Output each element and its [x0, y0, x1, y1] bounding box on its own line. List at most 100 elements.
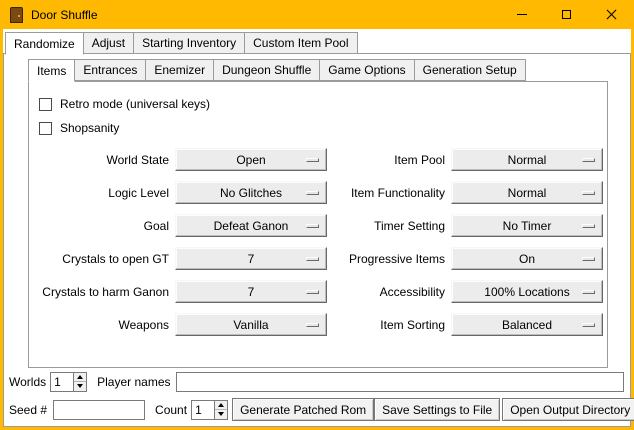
minimize-icon — [517, 14, 527, 15]
dropdown-indicator-icon — [582, 224, 595, 228]
world-state-label: World State — [37, 153, 169, 167]
timer-setting-label: Timer Setting — [333, 219, 445, 233]
spin-down-button[interactable] — [215, 409, 227, 419]
shopsanity-label: Shopsanity — [60, 121, 119, 135]
tab-adjust[interactable]: Adjust — [83, 32, 134, 54]
weapons-dropdown[interactable]: Vanilla — [175, 313, 327, 336]
tab-starting-inventory[interactable]: Starting Inventory — [133, 32, 245, 54]
player-names-input[interactable] — [176, 372, 625, 392]
window-content: Randomize Adjust Starting Inventory Cust… — [3, 29, 631, 427]
crystals-ganon-value: 7 — [248, 285, 255, 299]
arrow-down-icon — [218, 412, 224, 416]
spin-down-button[interactable] — [74, 381, 86, 391]
accessibility-dropdown[interactable]: 100% Locations — [451, 280, 603, 303]
item-pool-label: Item Pool — [333, 153, 445, 167]
worlds-label: Worlds — [9, 375, 46, 389]
timer-setting-value: No Timer — [503, 219, 552, 233]
shopsanity-checkbox[interactable] — [39, 122, 52, 135]
worlds-spinner-arrows — [73, 373, 86, 391]
item-sorting-label: Item Sorting — [333, 318, 445, 332]
item-functionality-label: Item Functionality — [333, 186, 445, 200]
window-controls — [499, 0, 634, 29]
app-icon — [10, 7, 23, 23]
dropdown-indicator-icon — [582, 323, 595, 327]
player-names-label: Player names — [97, 375, 170, 389]
arrow-up-icon — [77, 375, 83, 379]
retro-mode-checkbox[interactable] — [39, 98, 52, 111]
app-window: Door Shuffle Randomize Adjust Starting I… — [0, 0, 634, 430]
randomize-pane: Items Entrances Enemizer Dungeon Shuffle… — [3, 53, 631, 427]
tab-randomize[interactable]: Randomize — [5, 32, 84, 55]
dropdown-indicator-icon — [306, 224, 319, 228]
accessibility-label: Accessibility — [333, 285, 445, 299]
crystals-gt-value: 7 — [248, 252, 255, 266]
progressive-items-value: On — [519, 252, 535, 266]
count-spinner-arrows — [214, 401, 227, 419]
dropdown-indicator-icon — [306, 323, 319, 327]
progressive-items-dropdown[interactable]: On — [451, 247, 603, 270]
item-sorting-dropdown[interactable]: Balanced — [451, 313, 603, 336]
generate-patched-rom-button[interactable]: Generate Patched Rom — [232, 398, 374, 421]
crystals-gt-label: Crystals to open GT — [37, 252, 169, 266]
worlds-row: Worlds Player names — [9, 371, 625, 392]
secondary-tab-bar: Items Entrances Enemizer Dungeon Shuffle… — [4, 54, 630, 81]
item-functionality-dropdown[interactable]: Normal — [451, 181, 603, 204]
spin-up-button[interactable] — [74, 373, 86, 382]
arrow-up-icon — [218, 403, 224, 407]
maximize-button[interactable] — [544, 0, 589, 29]
item-sorting-value: Balanced — [502, 318, 552, 332]
tab-entrances[interactable]: Entrances — [74, 59, 146, 81]
world-state-dropdown[interactable]: Open — [175, 148, 327, 171]
timer-setting-dropdown[interactable]: No Timer — [451, 214, 603, 237]
minimize-button[interactable] — [499, 0, 544, 29]
spin-up-button[interactable] — [215, 401, 227, 410]
retro-mode-row: Retro mode (universal keys) — [29, 92, 607, 116]
items-pane: Retro mode (universal keys) Shopsanity W… — [28, 81, 608, 368]
close-icon — [606, 9, 617, 20]
weapons-value: Vanilla — [233, 318, 268, 332]
accessibility-value: 100% Locations — [484, 285, 569, 299]
count-input[interactable] — [192, 401, 214, 419]
dropdown-indicator-icon — [306, 191, 319, 195]
close-button[interactable] — [589, 0, 634, 29]
titlebar[interactable]: Door Shuffle — [0, 0, 634, 29]
dropdown-indicator-icon — [582, 158, 595, 162]
shopsanity-row: Shopsanity — [29, 116, 607, 140]
crystals-ganon-dropdown[interactable]: 7 — [175, 280, 327, 303]
crystals-ganon-label: Crystals to harm Ganon — [37, 285, 169, 299]
logic-level-dropdown[interactable]: No Glitches — [175, 181, 327, 204]
tab-custom-item-pool[interactable]: Custom Item Pool — [244, 32, 357, 54]
world-state-value: Open — [236, 153, 265, 167]
item-pool-dropdown[interactable]: Normal — [451, 148, 603, 171]
maximize-icon — [562, 10, 571, 19]
tab-enemizer[interactable]: Enemizer — [145, 59, 214, 81]
retro-mode-label: Retro mode (universal keys) — [60, 97, 210, 111]
worlds-input[interactable] — [51, 373, 73, 391]
seed-input[interactable] — [53, 400, 145, 420]
dropdown-indicator-icon — [306, 158, 319, 162]
options-grid: World State Open Item Pool Normal Logic … — [29, 148, 607, 336]
goal-value: Defeat Ganon — [214, 219, 289, 233]
primary-tab-bar: Randomize Adjust Starting Inventory Cust… — [3, 29, 631, 54]
tab-dungeon-shuffle[interactable]: Dungeon Shuffle — [213, 59, 320, 81]
worlds-spinner[interactable] — [50, 372, 87, 392]
goal-dropdown[interactable]: Defeat Ganon — [175, 214, 327, 237]
seed-row: Seed # Count Generate Patched Rom Save S… — [9, 398, 625, 421]
tab-game-options[interactable]: Game Options — [319, 59, 414, 81]
seed-label: Seed # — [9, 403, 47, 417]
tab-items[interactable]: Items — [28, 59, 75, 82]
tab-generation-setup[interactable]: Generation Setup — [414, 59, 526, 81]
item-pool-value: Normal — [508, 153, 547, 167]
dropdown-indicator-icon — [582, 290, 595, 294]
arrow-down-icon — [77, 384, 83, 388]
progressive-items-label: Progressive Items — [333, 252, 445, 266]
open-output-directory-button[interactable]: Open Output Directory — [502, 398, 634, 421]
save-settings-button[interactable]: Save Settings to File — [374, 398, 500, 421]
count-label: Count — [155, 403, 187, 417]
dropdown-indicator-icon — [306, 257, 319, 261]
crystals-gt-dropdown[interactable]: 7 — [175, 247, 327, 270]
count-spinner[interactable] — [191, 400, 228, 420]
dropdown-indicator-icon — [306, 290, 319, 294]
goal-label: Goal — [37, 219, 169, 233]
item-functionality-value: Normal — [508, 186, 547, 200]
